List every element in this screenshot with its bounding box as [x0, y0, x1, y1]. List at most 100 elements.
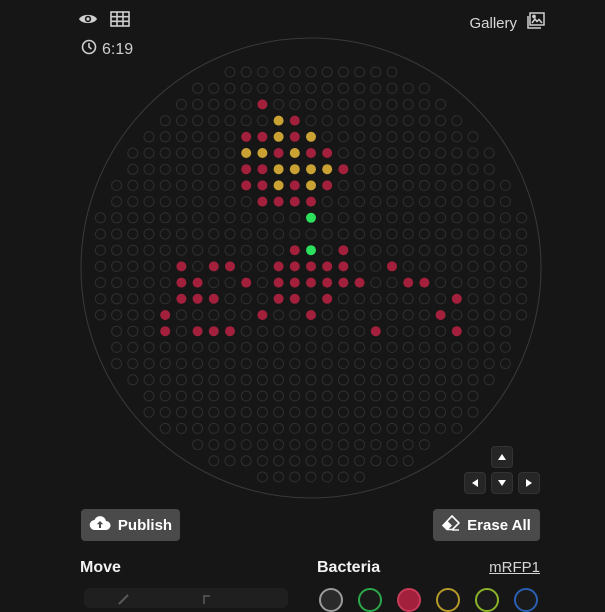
well-empty[interactable]: [483, 341, 495, 353]
well-empty[interactable]: [224, 131, 236, 143]
well-empty[interactable]: [386, 422, 398, 434]
well-empty[interactable]: [208, 374, 220, 386]
well-empty[interactable]: [256, 212, 268, 224]
well-empty[interactable]: [370, 422, 382, 434]
well-filled[interactable]: [289, 277, 300, 288]
well-empty[interactable]: [435, 374, 447, 386]
well-empty[interactable]: [94, 260, 106, 272]
well-empty[interactable]: [402, 179, 414, 191]
well-empty[interactable]: [321, 455, 333, 467]
well-filled[interactable]: [306, 164, 316, 175]
well-empty[interactable]: [483, 374, 495, 386]
well-filled[interactable]: [273, 164, 284, 175]
well-empty[interactable]: [418, 422, 430, 434]
well-empty[interactable]: [111, 325, 123, 337]
well-empty[interactable]: [435, 228, 447, 240]
well-empty[interactable]: [111, 244, 123, 256]
well-empty[interactable]: [354, 212, 366, 224]
well-empty[interactable]: [143, 131, 155, 143]
well-empty[interactable]: [321, 66, 333, 78]
well-empty[interactable]: [321, 390, 333, 402]
well-empty[interactable]: [94, 293, 106, 305]
well-empty[interactable]: [354, 115, 366, 127]
well-empty[interactable]: [402, 341, 414, 353]
well-empty[interactable]: [467, 374, 479, 386]
well-empty[interactable]: [354, 82, 366, 94]
well-empty[interactable]: [467, 309, 479, 321]
well-empty[interactable]: [418, 293, 430, 305]
well-empty[interactable]: [127, 212, 139, 224]
well-filled[interactable]: [257, 164, 268, 175]
well-empty[interactable]: [386, 98, 398, 110]
well-empty[interactable]: [451, 309, 463, 321]
well-filled[interactable]: [338, 245, 349, 256]
well-empty[interactable]: [435, 341, 447, 353]
well-empty[interactable]: [402, 228, 414, 240]
well-empty[interactable]: [321, 374, 333, 386]
well-empty[interactable]: [451, 228, 463, 240]
well-empty[interactable]: [321, 98, 333, 110]
well-empty[interactable]: [273, 422, 285, 434]
well-empty[interactable]: [305, 66, 317, 78]
well-filled[interactable]: [273, 131, 284, 142]
well-empty[interactable]: [354, 406, 366, 418]
well-filled[interactable]: [241, 148, 252, 158]
well-empty[interactable]: [240, 244, 252, 256]
well-empty[interactable]: [192, 115, 204, 127]
erase-all-button[interactable]: Erase All: [433, 509, 540, 541]
well-empty[interactable]: [94, 244, 106, 256]
well-empty[interactable]: [256, 228, 268, 240]
well-empty[interactable]: [337, 293, 349, 305]
well-empty[interactable]: [451, 147, 463, 159]
well-filled[interactable]: [160, 310, 171, 320]
well-empty[interactable]: [435, 163, 447, 175]
well-filled[interactable]: [257, 99, 268, 110]
well-filled[interactable]: [257, 310, 268, 320]
well-empty[interactable]: [289, 341, 301, 353]
well-empty[interactable]: [256, 406, 268, 418]
well-empty[interactable]: [175, 228, 187, 240]
well-filled[interactable]: [338, 277, 349, 288]
well-empty[interactable]: [370, 439, 382, 451]
well-empty[interactable]: [354, 228, 366, 240]
well-empty[interactable]: [192, 179, 204, 191]
well-empty[interactable]: [321, 341, 333, 353]
well-empty[interactable]: [467, 228, 479, 240]
well-empty[interactable]: [354, 163, 366, 175]
well-empty[interactable]: [370, 374, 382, 386]
well-empty[interactable]: [467, 163, 479, 175]
well-empty[interactable]: [240, 115, 252, 127]
well-empty[interactable]: [208, 212, 220, 224]
well-empty[interactable]: [516, 277, 528, 289]
well-empty[interactable]: [208, 422, 220, 434]
well-filled[interactable]: [289, 164, 300, 175]
well-empty[interactable]: [337, 341, 349, 353]
well-empty[interactable]: [240, 422, 252, 434]
well-empty[interactable]: [402, 374, 414, 386]
well-empty[interactable]: [289, 406, 301, 418]
well-filled[interactable]: [419, 277, 430, 288]
well-filled[interactable]: [273, 277, 284, 288]
well-empty[interactable]: [483, 325, 495, 337]
well-empty[interactable]: [127, 260, 139, 272]
well-empty[interactable]: [418, 358, 430, 370]
gallery-link[interactable]: Gallery: [469, 12, 545, 34]
well-empty[interactable]: [175, 309, 187, 321]
well-empty[interactable]: [435, 98, 447, 110]
well-empty[interactable]: [175, 196, 187, 208]
well-empty[interactable]: [402, 163, 414, 175]
well-filled[interactable]: [208, 293, 219, 304]
well-empty[interactable]: [94, 212, 106, 224]
well-empty[interactable]: [321, 406, 333, 418]
well-empty[interactable]: [321, 325, 333, 337]
well-empty[interactable]: [451, 212, 463, 224]
well-empty[interactable]: [289, 358, 301, 370]
well-empty[interactable]: [354, 147, 366, 159]
move-up-button[interactable]: [491, 446, 513, 468]
well-empty[interactable]: [305, 98, 317, 110]
well-empty[interactable]: [208, 439, 220, 451]
well-empty[interactable]: [305, 341, 317, 353]
well-empty[interactable]: [451, 196, 463, 208]
well-empty[interactable]: [143, 179, 155, 191]
well-empty[interactable]: [289, 471, 301, 483]
